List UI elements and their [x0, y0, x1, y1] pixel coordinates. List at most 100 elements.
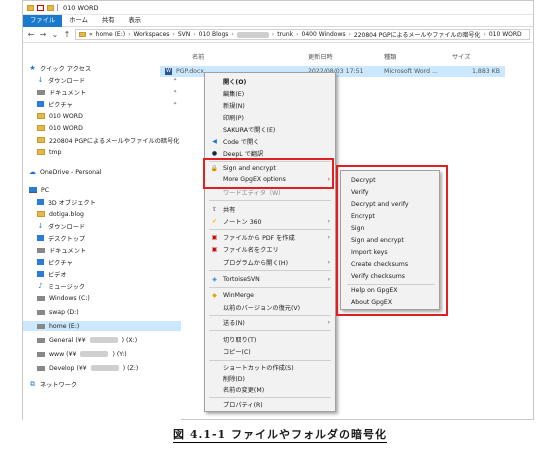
sidebar-item-swap-d[interactable]: swap (D:) [23, 307, 181, 317]
sidebar-item-general-x[interactable]: General (¥¥) (X:) [23, 335, 181, 345]
sidebar-item-010-word-2[interactable]: 010 WORD [23, 123, 181, 133]
breadcrumb-trunk[interactable]: trunk [277, 31, 293, 38]
sidebar-item-videos[interactable]: ビデオ [23, 269, 181, 279]
properties-icon[interactable] [37, 4, 44, 11]
sidebar-item-pc-downloads[interactable]: ↓ ダウンロード [23, 221, 181, 231]
menu-item-new[interactable]: 新規(N) [205, 100, 335, 111]
new-folder-icon[interactable] [47, 4, 54, 11]
breadcrumb-workspaces[interactable]: Workspaces [134, 31, 170, 38]
tab-file[interactable]: ファイル [23, 14, 63, 27]
drive-icon [37, 295, 45, 301]
breadcrumb-pgp[interactable]: 220804 PGPによるメールやファイルの暗号化 [354, 30, 481, 39]
sidebar-item-pictures[interactable]: ピクチャ ✦ [23, 99, 181, 109]
menu-item-label: TortoiseSVN [223, 276, 260, 283]
sidebar-item-desktop[interactable]: デスクトップ [23, 233, 181, 243]
sidebar-item-pgp[interactable]: 220804 PGPによるメールやファイルの暗号化 [23, 135, 181, 145]
sidebar-item-pc[interactable]: PC [23, 185, 181, 195]
sidebar-item-label: ドキュメント [49, 247, 87, 255]
breadcrumb-blogs[interactable]: 010 Blogs [199, 31, 229, 38]
menu-item-create-shortcut[interactable]: ショートカットの作成(S) [205, 362, 335, 373]
menu-item-copy[interactable]: コピー(C) [205, 346, 335, 357]
menu-item-delete[interactable]: 削除(D) [205, 373, 335, 384]
document-icon [37, 247, 45, 253]
back-arrow-icon[interactable]: ← [27, 30, 35, 39]
sidebar-item-documents[interactable]: ドキュメント ✦ [23, 87, 181, 97]
sidebar-item-home-e[interactable]: home (E:) [23, 321, 181, 331]
sidebar-item-downloads[interactable]: ↓ ダウンロード ✦ [23, 75, 181, 85]
menu-item-send-to[interactable]: 送る(N) › [205, 317, 335, 328]
menu-item-vscode[interactable]: ◀ Code で開く [205, 136, 335, 147]
folder-icon [37, 149, 45, 155]
menu-item-open[interactable]: 開く(O) [205, 76, 335, 87]
redacted-text [80, 351, 109, 357]
menu-item-create-pdf[interactable]: ▣ ファイルから PDF を作成 › [205, 232, 335, 243]
sidebar-item-tmp[interactable]: tmp [23, 147, 181, 157]
menu-item-restore-versions[interactable]: 以前のバージョンの復元(V) [205, 302, 335, 313]
sidebar-item-onedrive[interactable]: ☁ OneDrive - Personal [23, 167, 181, 177]
network-drive-icon [37, 337, 45, 343]
network-drive-icon [37, 365, 45, 371]
sidebar-item-pc-pictures[interactable]: ピクチャ [23, 257, 181, 267]
breadcrumb-svn[interactable]: SVN [178, 31, 190, 38]
menu-item-cut[interactable]: 切り取り(T) [205, 334, 335, 345]
menu-item-tortoisesvn[interactable]: ◈ TortoiseSVN › [205, 274, 335, 285]
tab-share[interactable]: 共有 [95, 15, 122, 27]
sidebar-item-pc-documents[interactable]: ドキュメント [23, 245, 181, 255]
menu-item-sakura[interactable]: SAKURAで開く(E) [205, 124, 335, 135]
redacted-segment [236, 31, 269, 38]
sidebar-item-label: ミュージック [48, 283, 86, 291]
menu-item-label: DeepL で翻訳 [223, 151, 264, 158]
column-type-header[interactable]: 種類 [384, 52, 396, 61]
menu-separator [209, 270, 331, 271]
callout-box-gpg-menu [203, 158, 334, 189]
menu-item-label: SAKURAで開く(E) [223, 127, 276, 134]
menu-item-open-with[interactable]: プログラムから開く(H) › [205, 257, 335, 268]
sidebar-item-label: 010 WORD [49, 124, 83, 132]
menu-item-edit[interactable]: 編集(E) [205, 88, 335, 99]
sidebar-item-quick-access[interactable]: ★ クイック アクセス [23, 63, 181, 73]
forward-arrow-icon[interactable]: → [39, 30, 47, 39]
sidebar-item-010-word[interactable]: 010 WORD [23, 111, 181, 121]
column-name-header[interactable]: 名前 [192, 52, 204, 61]
sidebar-item-3d[interactable]: 3D オブジェクト [23, 197, 181, 207]
drive-label-prefix: www (¥¥ [49, 350, 77, 358]
menu-item-norton[interactable]: ✔ ノートン 360 › [205, 216, 335, 227]
menu-item-rename[interactable]: 名前の変更(M) [205, 384, 335, 395]
column-date-header[interactable]: 更新日時 [308, 52, 333, 61]
computer-icon [29, 187, 37, 193]
divider [57, 4, 58, 11]
breadcrumb-windows[interactable]: 0400 Windows [302, 31, 346, 38]
chevron-right-icon: › [327, 319, 330, 326]
sidebar-item-label: クイック アクセス [40, 65, 92, 73]
tab-view[interactable]: 表示 [121, 15, 148, 27]
menu-item-print[interactable]: 印刷(P) [205, 112, 335, 123]
sidebar-item-label: dotiga.blog [49, 210, 84, 218]
menu-item-winmerge[interactable]: ◆ WinMerge [205, 290, 335, 301]
sidebar-item-label: ネットワーク [40, 381, 78, 389]
sidebar-item-www-y[interactable]: www (¥¥) (Y:) [23, 349, 181, 359]
menu-item-query-filename[interactable]: ▣ ファイル名をクエリ [205, 244, 335, 255]
sidebar-item-music[interactable]: ♪ ミュージック [23, 281, 181, 291]
sidebar-item-windows-c[interactable]: Windows (C:) [23, 293, 181, 303]
sidebar-item-network[interactable]: ⧉ ネットワーク [23, 379, 181, 389]
up-arrow-icon[interactable]: ↑ [63, 30, 71, 39]
sidebar-item-label: ダウンロード [48, 77, 86, 85]
file-name: PGP.docx [176, 68, 205, 75]
chevron-right-icon: › [327, 234, 330, 241]
address-bar[interactable]: « home (E:) › Workspaces › SVN › 010 Blogs ›… [75, 29, 530, 40]
breadcrumb-word[interactable]: 010 WORD [489, 31, 522, 38]
sidebar-item-label: Windows (C:) [49, 294, 90, 302]
menu-item-properties[interactable]: プロパティ(R) [205, 399, 335, 410]
sidebar-item-label: 220804 PGPによるメールやファイルの暗号化 [49, 137, 180, 145]
menu-item-label: 以前のバージョンの復元(V) [223, 305, 300, 312]
sidebar-item-dotiga[interactable]: dotiga.blog [23, 209, 181, 219]
menu-separator [209, 397, 331, 398]
menu-item-share[interactable]: ⇪ 共有 [205, 204, 335, 215]
menu-item-label: ファイルから PDF を作成 [223, 235, 295, 242]
sidebar-item-develop-z[interactable]: Develop (¥¥) (Z:) [23, 363, 181, 373]
breadcrumb-home[interactable]: home (E:) [96, 31, 125, 38]
tab-home[interactable]: ホーム [62, 15, 95, 27]
column-size-header[interactable]: サイズ [452, 52, 470, 61]
chevron-down-icon[interactable]: ⌄ [51, 30, 59, 39]
network-drive-icon [37, 351, 45, 357]
